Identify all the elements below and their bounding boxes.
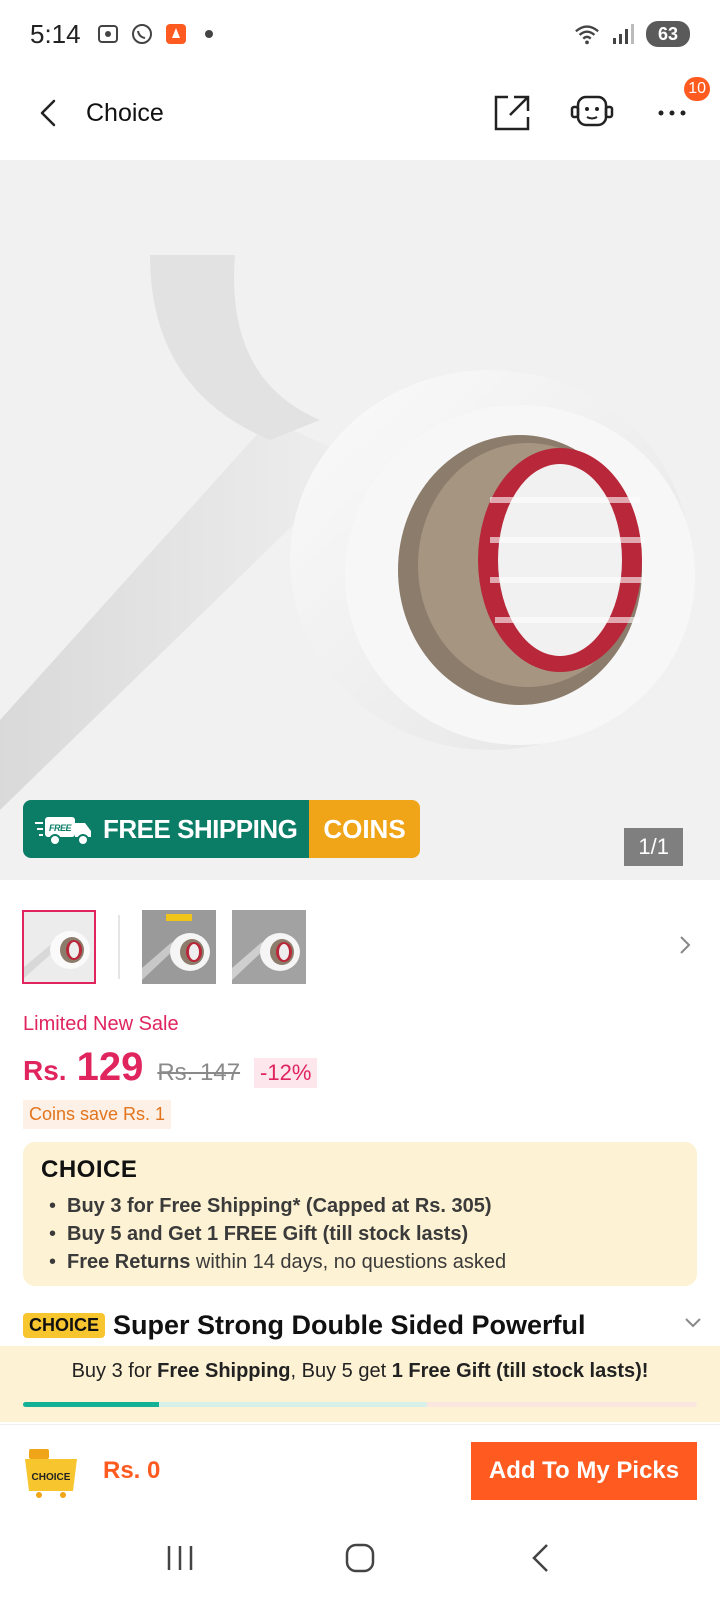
choice-tag: CHOICE: [23, 1313, 106, 1338]
thumbnail-image: [142, 910, 216, 984]
recent-apps-button[interactable]: [150, 1528, 210, 1588]
status-time: 5:14: [30, 18, 81, 49]
coins-save-badge: Coins save Rs. 1: [23, 1100, 172, 1129]
chevron-right-icon: [680, 935, 691, 954]
status-bar: 5:14 63: [0, 0, 720, 68]
share-button[interactable]: [490, 91, 534, 135]
thumbnail-strip: [22, 908, 698, 986]
system-back-button[interactable]: [510, 1528, 570, 1588]
thumbnail-next-button[interactable]: [678, 934, 692, 961]
choice-benefits-list: Buy 3 for Free Shipping* (Capped at Rs. …: [41, 1192, 679, 1276]
promo-progress-bar: [23, 1402, 697, 1407]
price-value: 129: [76, 1045, 144, 1089]
progress-fill: [23, 1402, 159, 1407]
whatsapp-icon: [129, 21, 155, 47]
notification-badge: 10: [684, 77, 710, 101]
thumbnail-3[interactable]: [232, 910, 306, 984]
progress-segment: [159, 1402, 427, 1407]
benefit-item: Free Returns within 14 days, no question…: [41, 1248, 679, 1276]
screenshot-icon: [95, 21, 121, 47]
product-image-gallery[interactable]: FREE FREE SHIPPING COINS 1/1: [0, 160, 720, 880]
promo-text: Buy 3 for Free Shipping, Buy 5 get 1 Fre…: [71, 1360, 649, 1382]
support-button[interactable]: [570, 91, 614, 135]
battery-indicator: 63: [646, 21, 690, 47]
benefit-item: Buy 3 for Free Shipping* (Capped at Rs. …: [41, 1192, 679, 1220]
add-to-picks-button[interactable]: Add To My Picks: [471, 1441, 697, 1500]
price-currency: Rs.: [23, 1055, 67, 1086]
choice-cart-button[interactable]: CHOICE: [23, 1443, 79, 1499]
status-left-icons: [95, 21, 213, 47]
wifi-icon: [574, 21, 600, 47]
support-icon: [570, 95, 614, 127]
more-icon: [658, 110, 686, 116]
choice-logo: CHOICE: [41, 1156, 138, 1183]
recent-apps-icon: [167, 1546, 193, 1570]
product-title: Super Strong Double Sided Powerful: [113, 1310, 586, 1340]
cart-total: Rs. 0: [103, 1456, 161, 1484]
more-button[interactable]: 10: [650, 77, 710, 135]
choice-benefits-box[interactable]: CHOICE Buy 3 for Free Shipping* (Capped …: [23, 1142, 697, 1286]
home-icon: [345, 1543, 375, 1573]
back-arrow-icon: [40, 99, 56, 127]
discount-badge: -12%: [254, 1058, 318, 1088]
price-row: Rs. 129 Rs. 147 -12%: [23, 1045, 318, 1090]
free-badge-text: FREE: [49, 823, 73, 833]
home-button[interactable]: [330, 1528, 390, 1588]
chevron-down-icon: [685, 1318, 701, 1328]
expand-title-button[interactable]: [683, 1316, 703, 1335]
header-actions: 10: [490, 77, 710, 135]
system-nav-bar: [0, 1516, 720, 1600]
free-shipping-coins-banner: FREE FREE SHIPPING COINS: [23, 800, 420, 858]
signal-icon: [610, 21, 636, 47]
app-notification-icon: [163, 21, 189, 47]
app-header: Choice 10: [0, 68, 720, 158]
thumbnail-image: [232, 910, 306, 984]
dot-icon: [204, 30, 213, 38]
cart-label: CHOICE: [32, 1472, 71, 1483]
product-title-row[interactable]: CHOICE Super Strong Double Sided Powerfu…: [23, 1310, 703, 1341]
thumbnail-divider: [118, 915, 120, 979]
image-counter: 1/1: [624, 828, 683, 866]
bottom-action-bar: CHOICE Rs. 0 Add To My Picks: [0, 1424, 720, 1516]
thumbnail-image: [24, 912, 94, 982]
product-image: [0, 255, 695, 810]
free-shipping-label: FREE FREE SHIPPING: [23, 800, 310, 858]
original-price: Rs. 147: [157, 1059, 241, 1086]
back-icon: [532, 1544, 548, 1572]
sale-label: Limited New Sale: [23, 1013, 179, 1035]
free-shipping-text: FREE SHIPPING: [103, 813, 298, 844]
thumbnail-1[interactable]: [22, 910, 96, 984]
promo-strip: Buy 3 for Free Shipping, Buy 5 get 1 Fre…: [0, 1346, 720, 1422]
benefit-item: Buy 5 and Get 1 FREE Gift (till stock la…: [41, 1220, 679, 1248]
back-button[interactable]: [26, 91, 70, 135]
delivery-truck-icon: FREE: [35, 817, 91, 846]
coins-label: COINS: [309, 800, 420, 858]
status-right: 63: [574, 21, 690, 47]
share-icon: [494, 95, 530, 131]
choice-cart-icon: CHOICE: [25, 1448, 77, 1498]
thumbnail-2[interactable]: [142, 910, 216, 984]
page-title: Choice: [86, 98, 164, 127]
